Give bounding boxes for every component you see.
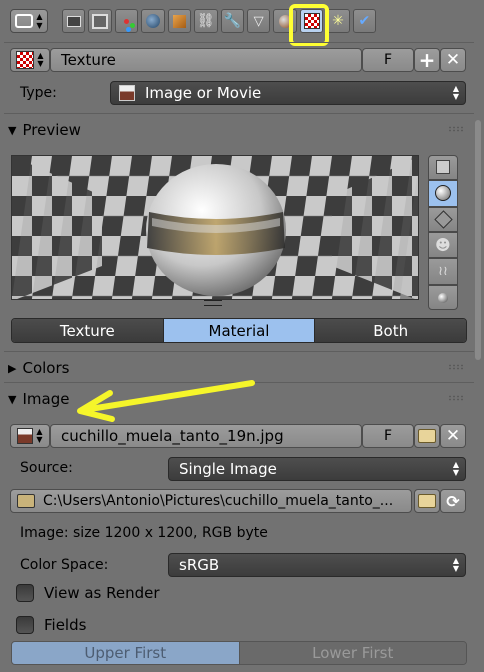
chevron-down-icon: ▲ ▼ xyxy=(36,12,43,30)
folder-icon xyxy=(418,494,436,508)
texture-tab-highlight xyxy=(289,4,329,46)
preview-type-buttons: ☻ ≀≀ xyxy=(428,155,458,310)
checkbox-box[interactable] xyxy=(16,584,34,602)
drag-handle-icon[interactable] xyxy=(448,364,464,370)
drag-handle-icon[interactable] xyxy=(448,395,464,401)
physics-icon[interactable]: ✔ xyxy=(352,9,377,33)
yellow-arrow-annotation xyxy=(77,380,255,422)
image-filename: cuchillo_muela_tanto_19n.jpg xyxy=(61,427,284,445)
image-name-field[interactable]: cuchillo_muela_tanto_19n.jpg xyxy=(50,424,362,448)
preview-panel-header[interactable]: ▼ Preview xyxy=(8,116,470,144)
modifiers-icon[interactable]: 🔧 xyxy=(220,9,244,33)
chevron-updown-icon: ▲ ▼ xyxy=(452,556,459,573)
texture-fake-user-button[interactable]: F xyxy=(362,48,414,72)
image-fake-user-button[interactable]: F xyxy=(362,424,414,448)
tab-material[interactable]: Material xyxy=(163,319,316,342)
constraints-icon[interactable]: ⛓ xyxy=(194,9,218,33)
image-icon xyxy=(17,428,34,444)
browse-file-button[interactable] xyxy=(414,489,440,513)
new-texture-button[interactable]: + xyxy=(414,48,440,72)
editor-type-icon xyxy=(15,14,34,28)
chevron-updown-icon: ▲ ▼ xyxy=(36,427,43,444)
chevron-updown-icon: ▲ ▼ xyxy=(452,84,459,101)
texture-type-value: Image or Movie xyxy=(145,84,262,102)
close-icon: ✕ xyxy=(445,50,461,70)
triangle-right-icon: ▶ xyxy=(8,361,17,375)
panel-scrollbar[interactable] xyxy=(475,120,481,360)
editor-type-button[interactable]: ▲ ▼ xyxy=(10,9,48,33)
folder-icon xyxy=(418,429,436,443)
checker-room-image xyxy=(12,156,418,299)
preview-resize-handle[interactable] xyxy=(204,300,222,306)
upper-first-button[interactable]: Upper First xyxy=(12,642,240,664)
image-browse-button[interactable]: ▲ ▼ xyxy=(10,424,50,448)
triangle-down-icon: ▼ xyxy=(8,392,17,406)
monkey-icon: ☻ xyxy=(435,235,451,254)
tab-both[interactable]: Both xyxy=(315,319,466,342)
unlink-image-button[interactable]: ✕ xyxy=(440,424,466,448)
fields-checkbox[interactable]: Fields xyxy=(16,616,86,634)
world-icon[interactable] xyxy=(141,9,165,33)
texture-checker-icon xyxy=(16,51,35,69)
colors-title: Colors xyxy=(22,359,70,377)
close-icon: ✕ xyxy=(445,426,461,446)
texture-type-dropdown[interactable]: Image or Movie ▲ ▼ xyxy=(110,81,466,105)
tab-texture[interactable]: Texture xyxy=(12,319,164,342)
image-title: Image xyxy=(22,390,70,408)
reload-icon: ⟳ xyxy=(446,491,460,511)
sky-preview-button[interactable] xyxy=(428,285,458,310)
square-icon xyxy=(436,160,450,175)
spheres-icon xyxy=(438,292,448,303)
view-as-render-checkbox[interactable]: View as Render xyxy=(16,584,160,602)
drag-handle-icon[interactable] xyxy=(448,126,464,132)
sphere-preview-button[interactable] xyxy=(428,179,458,207)
cube-icon xyxy=(433,209,453,229)
texture-browse-button[interactable]: ▲ ▼ xyxy=(10,48,50,72)
source-label: Source: xyxy=(20,460,73,476)
flat-preview-button[interactable] xyxy=(428,155,458,180)
lower-first-button[interactable]: Lower First xyxy=(239,642,466,664)
unlink-texture-button[interactable]: ✕ xyxy=(440,48,466,72)
object-icon[interactable] xyxy=(167,9,192,33)
preview-tabs: Texture Material Both xyxy=(11,318,467,343)
data-icon[interactable]: ▽ xyxy=(246,9,271,33)
color-space-label: Color Space: xyxy=(20,557,109,573)
texture-name-field[interactable]: Texture xyxy=(50,48,362,72)
preview-title: Preview xyxy=(22,121,81,139)
hair-icon: ≀≀ xyxy=(438,264,448,280)
chevron-updown-icon: ▲ ▼ xyxy=(452,460,459,477)
reload-button[interactable]: ⟳ xyxy=(440,489,466,513)
view-as-render-label: View as Render xyxy=(44,584,160,602)
open-image-button[interactable] xyxy=(414,424,440,448)
properties-header: ▲ ▼ ⛓ 🔧 ▽ ✳ ✔ xyxy=(0,0,484,46)
chevron-updown-icon: ▲ ▼ xyxy=(37,51,44,68)
sphere-icon xyxy=(435,185,451,202)
source-value: Single Image xyxy=(179,460,277,478)
render-icon[interactable] xyxy=(62,9,86,33)
checkbox-box[interactable] xyxy=(16,616,34,634)
hair-preview-button[interactable]: ≀≀ xyxy=(428,258,458,286)
source-dropdown[interactable]: Single Image ▲ ▼ xyxy=(168,457,466,481)
scene-icon[interactable] xyxy=(114,9,139,33)
monkey-preview-button[interactable]: ☻ xyxy=(428,231,458,259)
image-info: Image: size 1200 x 1200, RGB byte xyxy=(20,525,268,541)
color-space-value: sRGB xyxy=(179,556,220,574)
color-space-dropdown[interactable]: sRGB ▲ ▼ xyxy=(168,553,466,577)
fields-label: Fields xyxy=(44,616,87,634)
type-label: Type: xyxy=(20,85,57,101)
texture-name: Texture xyxy=(61,51,116,69)
field-order-toggle: Upper First Lower First xyxy=(11,641,467,665)
filepath-value: C:\Users\Antonio\Pictures\cuchillo_muela… xyxy=(43,493,394,509)
plus-icon: + xyxy=(418,48,436,72)
filepath-field[interactable]: C:\Users\Antonio\Pictures\cuchillo_muela… xyxy=(10,489,412,513)
preview-render xyxy=(11,155,419,300)
render-layers-icon[interactable] xyxy=(88,9,112,33)
file-icon xyxy=(17,494,35,508)
particles-icon[interactable]: ✳ xyxy=(326,9,350,33)
image-icon xyxy=(119,85,135,101)
triangle-down-icon: ▼ xyxy=(8,123,17,137)
cube-preview-button[interactable] xyxy=(428,206,458,232)
